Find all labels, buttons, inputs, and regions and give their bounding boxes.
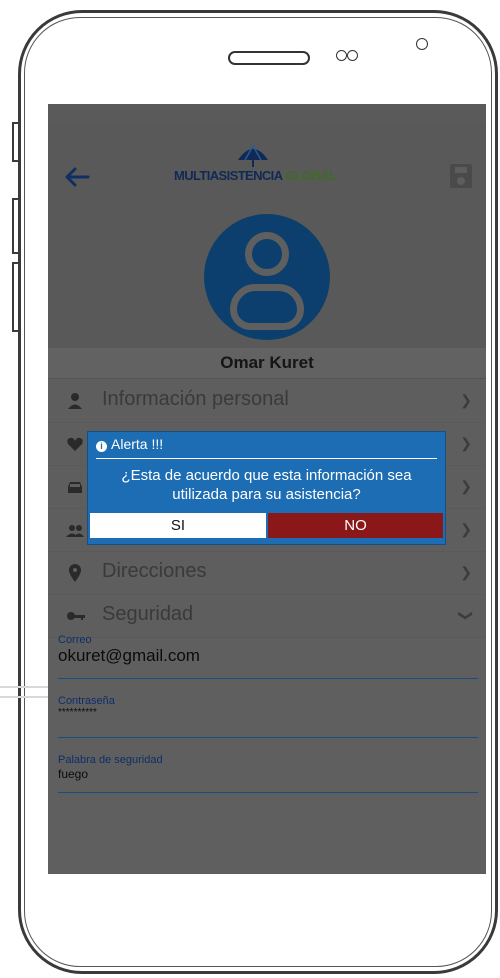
car-icon <box>66 477 84 497</box>
password-value: ********** <box>58 707 97 718</box>
chevron-right-icon: ❯ <box>460 435 472 451</box>
logo-text-primary: MULTIASISTENCIA <box>174 168 283 183</box>
chevron-right-icon: ❯ <box>460 521 472 537</box>
phone-camera <box>336 50 347 61</box>
security-word-value: fuego <box>58 767 89 781</box>
alert-dialog: i Alerta !!! ¿Esta de acuerdo que esta in… <box>88 432 445 544</box>
app-header: MULTIASISTENCIA GLOBAL <box>48 124 486 359</box>
menu-item-label: Direcciones <box>102 560 207 582</box>
umbrella-icon <box>236 142 270 168</box>
background-decoration <box>0 686 48 698</box>
avatar-head <box>245 232 289 276</box>
status-bar <box>48 104 486 124</box>
dialog-title-text: Alerta !!! <box>111 436 164 452</box>
password-field[interactable]: Contraseña ********** <box>58 695 478 738</box>
phone-camera-secondary <box>347 50 358 61</box>
phone-volume-down-button <box>12 262 18 332</box>
profile-name: Omar Kuret <box>220 353 314 372</box>
phone-side-button <box>12 122 18 162</box>
brand-logo: MULTIASISTENCIA GLOBAL <box>172 142 372 186</box>
phone-speaker <box>228 51 310 65</box>
email-value: okuret@gmail.com <box>58 646 200 665</box>
menu-item-label: Seguridad <box>102 603 194 625</box>
dialog-divider <box>96 458 437 459</box>
heart-icon <box>66 434 84 454</box>
chevron-right-icon: ❯ <box>460 564 472 580</box>
profile-name-bar: Omar Kuret <box>48 348 486 379</box>
avatar-body <box>230 284 304 330</box>
brand-logo-text: MULTIASISTENCIA GLOBAL <box>174 168 337 183</box>
security-word-field[interactable]: Palabra de seguridad fuego <box>58 754 478 793</box>
email-label: Correo <box>58 634 92 646</box>
no-button[interactable]: NO <box>268 513 443 538</box>
logo-text-secondary: GLOBAL <box>285 168 337 183</box>
key-icon <box>66 606 85 626</box>
email-field[interactable]: Correo okuret@gmail.com <box>58 634 478 679</box>
location-pin-icon <box>66 563 84 583</box>
yes-button[interactable]: SI <box>90 513 266 538</box>
password-label: Contraseña <box>58 695 115 707</box>
chevron-right-icon: ❯ <box>460 478 472 494</box>
security-word-label: Palabra de seguridad <box>58 754 163 766</box>
person-icon <box>66 391 84 411</box>
save-icon[interactable] <box>450 164 472 188</box>
avatar[interactable] <box>204 214 330 340</box>
menu-item-label: Información personal <box>102 388 289 410</box>
dialog-title: i Alerta !!! <box>96 436 163 452</box>
chevron-down-icon: ❯ <box>458 609 475 622</box>
menu-item-personal-info[interactable]: Información personal ❯ <box>48 380 486 423</box>
security-form: Correo okuret@gmail.com Contraseña *****… <box>48 634 486 793</box>
group-icon <box>66 520 84 540</box>
phone-volume-up-button <box>12 198 18 254</box>
chevron-right-icon: ❯ <box>460 392 472 408</box>
dialog-message: ¿Esta de acuerdo que esta información se… <box>121 467 412 503</box>
back-arrow-icon[interactable] <box>62 162 94 194</box>
menu-item-security[interactable]: Seguridad ❯ <box>48 595 486 638</box>
menu-item-addresses[interactable]: Direcciones ❯ <box>48 552 486 595</box>
phone-sensor <box>416 38 428 50</box>
info-icon: i <box>96 441 107 452</box>
